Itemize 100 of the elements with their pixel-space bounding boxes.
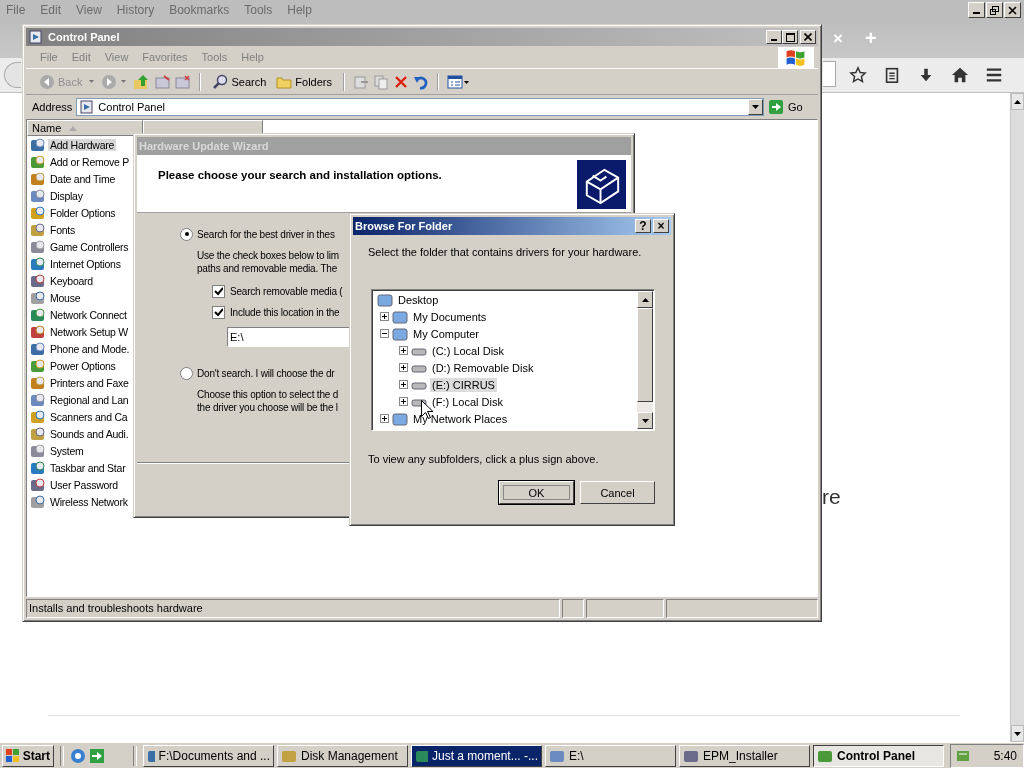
folder-icon[interactable] [155, 73, 172, 90]
control-panel-item[interactable]: Date and Time [27, 170, 118, 187]
control-panel-item[interactable]: Game Controllers [27, 238, 131, 255]
minimize-button[interactable] [968, 2, 985, 18]
control-panel-item[interactable]: User Password [27, 476, 120, 493]
help-button[interactable]: ? [635, 219, 651, 233]
wizard-heading: Please choose your search and installation options. [158, 169, 443, 181]
control-panel-icon [79, 99, 96, 115]
applet-icon [30, 493, 46, 510]
checkbox-option[interactable]: Search removable media ( [212, 285, 343, 298]
applet-icon [30, 255, 46, 272]
search-button[interactable]: Search [209, 73, 270, 90]
collapse-icon[interactable] [380, 329, 389, 338]
page-text: re [822, 485, 841, 509]
caret-icon[interactable] [752, 105, 759, 109]
applet-icon [30, 442, 46, 459]
status-text: Installs and troubleshoots hardware [26, 599, 560, 618]
address-field[interactable]: Control Panel [76, 98, 764, 116]
expand-icon[interactable] [399, 380, 408, 389]
control-panel-item[interactable]: Scanners and Ca [27, 408, 130, 425]
scroll-down-icon[interactable] [1014, 731, 1021, 736]
sort-arrow-icon [69, 125, 78, 131]
applet-icon [30, 476, 46, 493]
applet-icon [30, 272, 46, 289]
control-panel-item[interactable]: Wireless Network [27, 493, 130, 510]
restore-button[interactable] [986, 2, 1003, 18]
scrollbar[interactable] [1010, 93, 1024, 742]
tree-item[interactable]: My Network Places [411, 411, 510, 426]
views-icon[interactable] [447, 73, 469, 90]
radio-option[interactable]: Search for the best driver in thes [180, 227, 335, 241]
control-panel-item[interactable]: Regional and Lan [27, 391, 131, 408]
address-label: Address [32, 101, 73, 113]
checkmark-icon [214, 308, 223, 317]
applet-icon [30, 170, 46, 187]
tree-item[interactable]: Desktop [396, 292, 441, 307]
expand-icon[interactable] [399, 363, 408, 372]
tree-item[interactable]: (C:) Local Disk [430, 343, 507, 358]
control-panel-item[interactable]: Sounds and Audi. [27, 425, 131, 442]
control-panel-item[interactable]: Folder Options [27, 204, 118, 221]
delete-icon[interactable] [393, 73, 409, 90]
url-field[interactable] [823, 61, 836, 87]
control-panel-item[interactable]: System [27, 442, 86, 459]
home-icon[interactable] [951, 66, 969, 84]
tree-item[interactable]: (F:) Local Disk [430, 394, 505, 409]
control-panel-item[interactable]: Internet Options [27, 255, 123, 272]
control-panel-item[interactable]: Add or Remove P [27, 153, 132, 170]
option-description: paths and removable media. The [197, 262, 338, 275]
restore-icon [990, 5, 999, 15]
folder-icon[interactable] [175, 73, 192, 90]
expand-icon[interactable] [399, 346, 408, 355]
control-panel-item[interactable]: Printers and Faxe [27, 374, 131, 391]
taskbar-button[interactable]: F:\Documents and ... [143, 744, 274, 767]
scroll-up-icon[interactable] [641, 297, 649, 302]
control-panel-item[interactable]: Network Connect [27, 306, 129, 323]
checkbox-option[interactable]: Include this location in the [212, 306, 340, 319]
window-title: Hardware Update Wizard [139, 140, 269, 152]
close-button[interactable] [1004, 2, 1021, 18]
scroll-up-icon[interactable] [1014, 99, 1021, 104]
control-panel-item[interactable]: Fonts [27, 221, 77, 238]
clipboard-icon[interactable] [883, 66, 901, 84]
tree-item[interactable]: (E:) CIRRUS [430, 377, 497, 392]
start-button[interactable]: Start [2, 744, 54, 767]
expand-icon[interactable] [399, 397, 408, 406]
menu-icon[interactable] [985, 66, 1003, 84]
scrollbar[interactable] [637, 291, 653, 429]
expand-icon[interactable] [380, 312, 389, 321]
cancel-button[interactable]: Cancel [580, 481, 655, 504]
taskbar-button[interactable]: Control Panel [813, 744, 944, 767]
go-button[interactable]: Go [768, 99, 818, 115]
close-button[interactable]: × [653, 219, 669, 233]
browser-icon[interactable] [70, 747, 86, 764]
folders-button[interactable]: Folders [273, 73, 335, 90]
scroll-down-icon[interactable] [641, 418, 649, 423]
applet-icon [30, 391, 46, 408]
applet-icon [30, 187, 46, 204]
bookmark-star-icon[interactable] [849, 66, 867, 84]
ok-button[interactable]: OK [499, 481, 574, 504]
tree-item[interactable]: (D:) Removable Disk [430, 360, 536, 375]
control-panel-item[interactable]: Taskbar and Star [27, 459, 128, 476]
radio-option[interactable]: Don't search. I will choose the dr [180, 366, 335, 380]
control-panel-item[interactable]: Display [27, 187, 85, 204]
control-panel-item[interactable]: Network Setup W [27, 323, 130, 340]
control-panel-item[interactable]: Phone and Mode. [27, 340, 132, 357]
hardware-icon [577, 160, 626, 209]
tree-item[interactable]: My Documents [411, 309, 489, 324]
taskbar-button[interactable]: Disk Management [277, 744, 408, 767]
search-icon [212, 73, 229, 90]
taskbar-button[interactable]: E:\ [545, 744, 676, 767]
column-header[interactable]: Name [27, 120, 143, 136]
taskbar-button[interactable]: EPM_Installer [679, 744, 810, 767]
taskbar-button[interactable]: Just a moment... -... [411, 744, 542, 767]
control-panel-item[interactable]: Power Options [27, 357, 118, 374]
close-icon [804, 33, 812, 41]
tree-item[interactable]: My Computer [411, 326, 482, 341]
option-description: Choose this option to select the d [197, 388, 339, 401]
control-panel-item[interactable]: Mouse [27, 289, 83, 306]
applet-icon [30, 289, 46, 306]
status-pane [562, 599, 584, 618]
expand-icon[interactable] [380, 414, 389, 423]
control-panel-item[interactable]: Keyboard [27, 272, 95, 289]
